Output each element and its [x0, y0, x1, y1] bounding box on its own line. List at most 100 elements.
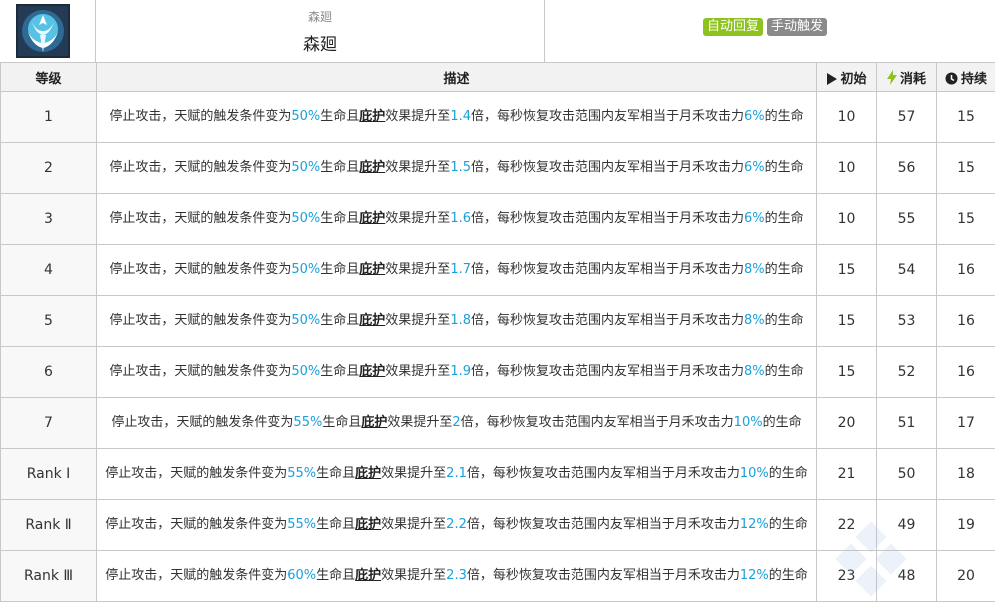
header-cost: 消耗: [877, 63, 937, 92]
header-init: 初始: [817, 63, 877, 92]
row-duration: 16: [937, 245, 995, 296]
desc-keyword-link[interactable]: 庇护: [359, 109, 385, 124]
row-init: 10: [817, 194, 877, 245]
tag-manual-trigger: 手动触发: [767, 18, 827, 36]
desc-text: 倍，每秒恢复攻击范围内友军相当于月禾攻击力: [471, 364, 744, 379]
skill-name: 森廻: [96, 30, 544, 55]
row-level: 1: [1, 92, 97, 143]
skill-tags: 自动回复手动触发: [703, 18, 831, 36]
desc-text: 停止攻击，天赋的触发条件变为: [109, 211, 291, 226]
row-level: Rank Ⅲ: [1, 551, 97, 602]
desc-multiplier-value: 2.1: [446, 466, 467, 481]
row-description: 停止攻击，天赋的触发条件变为55%生命且庇护效果提升至2.2倍，每秒恢复攻击范围…: [97, 500, 817, 551]
desc-text: 倍，每秒恢复攻击范围内友军相当于月禾攻击力: [471, 109, 744, 124]
desc-text: 效果提升至: [387, 415, 452, 430]
desc-keyword-link[interactable]: 庇护: [361, 415, 387, 430]
table-row: Rank Ⅱ停止攻击，天赋的触发条件变为55%生命且庇护效果提升至2.2倍，每秒…: [1, 500, 995, 551]
desc-text: 生命且: [322, 415, 361, 430]
header-cost-label: 消耗: [900, 72, 926, 87]
skill-icon: [16, 4, 70, 58]
row-init: 21: [817, 449, 877, 500]
desc-keyword-link[interactable]: 庇护: [359, 262, 385, 277]
skill-name-small: 森廻: [96, 8, 544, 25]
table-row: 3停止攻击，天赋的触发条件变为50%生命且庇护效果提升至1.6倍，每秒恢复攻击范…: [1, 194, 995, 245]
desc-text: 的生命: [769, 466, 808, 481]
row-description: 停止攻击，天赋的触发条件变为50%生命且庇护效果提升至1.8倍，每秒恢复攻击范围…: [97, 296, 817, 347]
desc-keyword-link[interactable]: 庇护: [359, 364, 385, 379]
table-row: 4停止攻击，天赋的触发条件变为50%生命且庇护效果提升至1.7倍，每秒恢复攻击范…: [1, 245, 995, 296]
row-init: 20: [817, 398, 877, 449]
desc-text: 倍，每秒恢复攻击范围内友军相当于月禾攻击力: [467, 517, 740, 532]
desc-keyword-link[interactable]: 庇护: [359, 211, 385, 226]
desc-heal-value: 8%: [744, 364, 765, 379]
row-duration: 15: [937, 92, 995, 143]
desc-text: 的生命: [769, 517, 808, 532]
row-duration: 20: [937, 551, 995, 602]
desc-multiplier-value: 1.9: [450, 364, 471, 379]
row-duration: 19: [937, 500, 995, 551]
row-cost: 50: [877, 449, 937, 500]
desc-text: 停止攻击，天赋的触发条件变为: [105, 517, 287, 532]
row-description: 停止攻击，天赋的触发条件变为50%生命且庇护效果提升至1.5倍，每秒恢复攻击范围…: [97, 143, 817, 194]
row-init: 15: [817, 245, 877, 296]
desc-text: 生命且: [316, 568, 355, 583]
desc-heal-value: 8%: [744, 262, 765, 277]
header-duration: 持续: [937, 63, 995, 92]
row-level: 4: [1, 245, 97, 296]
row-level: 6: [1, 347, 97, 398]
desc-keyword-link[interactable]: 庇护: [359, 313, 385, 328]
desc-text: 停止攻击，天赋的触发条件变为: [105, 466, 287, 481]
desc-text: 的生命: [765, 262, 804, 277]
desc-text: 的生命: [763, 415, 802, 430]
skill-level-table: 等级 描述 初始 消耗 持续 1停止攻击，天赋的触发条件变为50%生命且庇护效果…: [0, 62, 995, 602]
desc-text: 的生命: [765, 109, 804, 124]
desc-text: 效果提升至: [385, 109, 450, 124]
desc-text: 停止攻击，天赋的触发条件变为: [109, 109, 291, 124]
table-header-row: 等级 描述 初始 消耗 持续: [1, 63, 995, 92]
row-init: 10: [817, 143, 877, 194]
header-init-label: 初始: [840, 72, 866, 87]
desc-condition-value: 50%: [291, 109, 320, 124]
row-cost: 48: [877, 551, 937, 602]
clock-icon: [945, 72, 958, 85]
row-description: 停止攻击，天赋的触发条件变为50%生命且庇护效果提升至1.6倍，每秒恢复攻击范围…: [97, 194, 817, 245]
desc-text: 停止攻击，天赋的触发条件变为: [109, 262, 291, 277]
desc-heal-value: 6%: [744, 211, 765, 226]
desc-text: 停止攻击，天赋的触发条件变为: [105, 568, 287, 583]
desc-keyword-link[interactable]: 庇护: [359, 160, 385, 175]
row-level: 5: [1, 296, 97, 347]
desc-text: 生命且: [320, 109, 359, 124]
skill-panel: 森廻 森廻 自动回复手动触发 等级 描述 初始 消耗: [0, 0, 995, 601]
desc-keyword-link[interactable]: 庇护: [355, 517, 381, 532]
desc-keyword-link[interactable]: 庇护: [355, 466, 381, 481]
header-level: 等级: [1, 63, 97, 92]
desc-keyword-link[interactable]: 庇护: [355, 568, 381, 583]
desc-text: 的生命: [765, 211, 804, 226]
desc-text: 的生命: [769, 568, 808, 583]
row-description: 停止攻击，天赋的触发条件变为60%生命且庇护效果提升至2.3倍，每秒恢复攻击范围…: [97, 551, 817, 602]
desc-condition-value: 55%: [287, 466, 316, 481]
row-level: Rank Ⅰ: [1, 449, 97, 500]
desc-text: 效果提升至: [385, 160, 450, 175]
skill-header: 森廻 森廻 自动回复手动触发: [0, 0, 995, 63]
desc-condition-value: 60%: [287, 568, 316, 583]
desc-text: 生命且: [320, 313, 359, 328]
desc-heal-value: 12%: [740, 517, 769, 532]
row-cost: 55: [877, 194, 937, 245]
table-row: 6停止攻击，天赋的触发条件变为50%生命且庇护效果提升至1.9倍，每秒恢复攻击范…: [1, 347, 995, 398]
row-duration: 17: [937, 398, 995, 449]
desc-heal-value: 12%: [740, 568, 769, 583]
desc-text: 生命且: [316, 517, 355, 532]
row-cost: 57: [877, 92, 937, 143]
row-level: 3: [1, 194, 97, 245]
table-row: 1停止攻击，天赋的触发条件变为50%生命且庇护效果提升至1.4倍，每秒恢复攻击范…: [1, 92, 995, 143]
row-init: 15: [817, 296, 877, 347]
row-cost: 56: [877, 143, 937, 194]
table-row: 2停止攻击，天赋的触发条件变为50%生命且庇护效果提升至1.5倍，每秒恢复攻击范…: [1, 143, 995, 194]
desc-text: 停止攻击，天赋的触发条件变为: [111, 415, 293, 430]
desc-multiplier-value: 2: [452, 415, 460, 430]
desc-text: 倍，每秒恢复攻击范围内友军相当于月禾攻击力: [461, 415, 734, 430]
desc-text: 的生命: [765, 313, 804, 328]
desc-multiplier-value: 1.7: [450, 262, 471, 277]
desc-text: 效果提升至: [385, 262, 450, 277]
